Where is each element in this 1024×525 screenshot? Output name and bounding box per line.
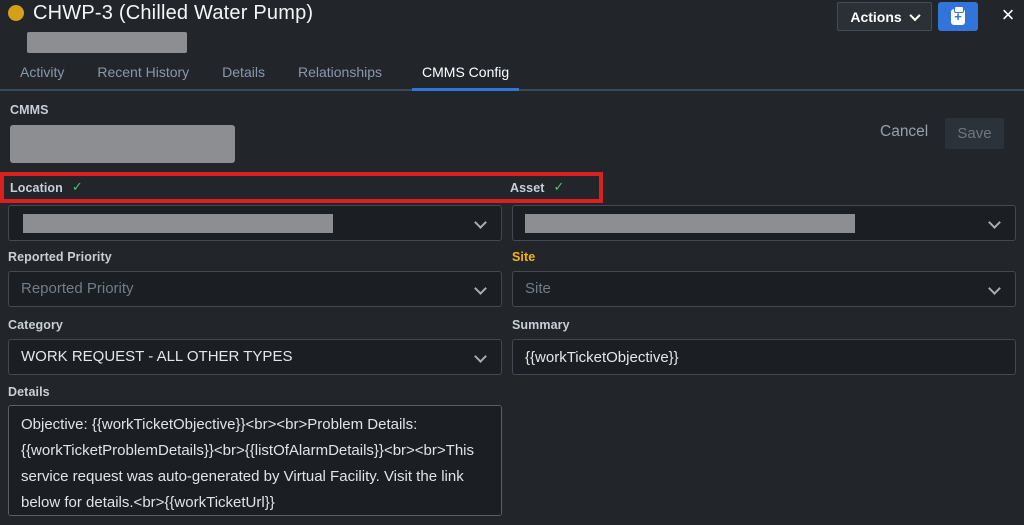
redacted-subtitle: [27, 32, 187, 53]
location-valid-check-icon: ✓: [71, 180, 83, 195]
redacted-location-value: [23, 214, 333, 233]
clipboard-plus-icon: +: [951, 5, 965, 25]
category-selected-value: WORK REQUEST - ALL OTHER TYPES: [21, 348, 293, 365]
site-label: Site: [512, 250, 536, 264]
site-placeholder: Site: [525, 280, 551, 297]
tab-cmms-config[interactable]: CMMS Config: [412, 64, 520, 91]
summary-label: Summary: [512, 318, 570, 332]
summary-input[interactable]: [513, 340, 1015, 374]
save-button[interactable]: Save: [945, 118, 1004, 149]
tab-details[interactable]: Details: [219, 64, 268, 89]
tab-recent-history[interactable]: Recent History: [94, 64, 192, 89]
reported-priority-label: Reported Priority: [8, 250, 112, 264]
reported-priority-placeholder: Reported Priority: [21, 280, 134, 297]
asset-valid-check-icon: ✓: [553, 180, 565, 195]
actions-button-label: Actions: [850, 8, 902, 25]
tab-bar: Activity Recent History Details Relation…: [0, 58, 1024, 91]
chevron-down-icon: [909, 9, 921, 21]
cmms-label: CMMS: [10, 103, 49, 117]
site-select[interactable]: Site: [512, 271, 1016, 307]
annotation-highlight-rect: Location ✓ Asset ✓: [0, 172, 603, 203]
tab-relationships[interactable]: Relationships: [295, 64, 385, 89]
clipboard-add-button[interactable]: +: [938, 2, 978, 31]
chevron-down-icon: [988, 282, 1001, 295]
details-label: Details: [8, 385, 50, 399]
asset-select[interactable]: [512, 205, 1016, 241]
redacted-asset-value: [525, 214, 855, 233]
chevron-down-icon: [474, 350, 487, 363]
close-icon: ×: [1001, 2, 1015, 27]
chevron-down-icon: [988, 216, 1001, 229]
chevron-down-icon: [474, 216, 487, 229]
chevron-down-icon: [474, 282, 487, 295]
page-title: CHWP-3 (Chilled Water Pump): [33, 2, 314, 24]
category-label: Category: [8, 318, 63, 332]
actions-button[interactable]: Actions: [837, 2, 932, 31]
cancel-button[interactable]: Cancel: [874, 121, 934, 143]
asset-label: Asset: [510, 180, 545, 195]
close-button[interactable]: ×: [994, 1, 1022, 29]
location-label: Location: [10, 180, 63, 195]
reported-priority-select[interactable]: Reported Priority: [8, 271, 502, 307]
details-textarea[interactable]: Objective: {{workTicketObjective}}<br><b…: [8, 405, 502, 516]
redacted-cmms-value: [10, 125, 235, 163]
category-select[interactable]: WORK REQUEST - ALL OTHER TYPES: [8, 339, 502, 375]
tab-activity[interactable]: Activity: [17, 64, 67, 89]
status-dot: [8, 5, 24, 21]
location-select[interactable]: [8, 205, 502, 241]
summary-field-wrap: [512, 339, 1016, 375]
